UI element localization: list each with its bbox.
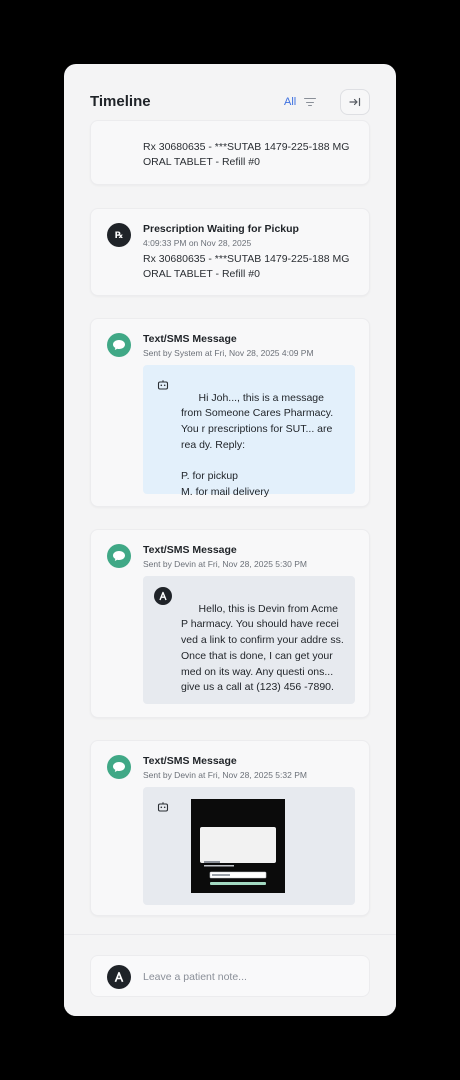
event-body: Rx 30680635 - ***SUTAB 1479-225-188 MG O… xyxy=(143,141,350,168)
bot-icon xyxy=(154,798,172,816)
timeline-event-card: Rx 30680635 - ***SUTAB 1479-225-188 MG O… xyxy=(90,120,370,185)
filter-icon xyxy=(304,97,317,107)
filter-dropdown[interactable]: All xyxy=(284,96,317,108)
message-bubble: Hi Joh..., this is a message from Someon… xyxy=(143,365,355,498)
timeline-event-card: Text/SMS Message Sent by Devin at Fri, N… xyxy=(90,529,370,718)
event-title: Text/SMS Message xyxy=(143,333,237,345)
message-bubble: Hello, this is Devin from Acme P harmacy… xyxy=(143,576,355,704)
page-title: Timeline xyxy=(90,93,151,110)
timeline-event-card: ℞ Prescription Waiting for Pickup 4:09:3… xyxy=(90,208,370,296)
collapse-right-icon xyxy=(349,97,361,107)
agent-avatar-icon xyxy=(154,587,172,605)
bot-icon xyxy=(154,376,172,394)
message-text: Hello, this is Devin from Acme P harmacy… xyxy=(181,602,347,694)
event-title: Text/SMS Message xyxy=(143,755,237,767)
user-avatar xyxy=(107,965,131,989)
event-title: Prescription Waiting for Pickup xyxy=(143,223,299,235)
timeline-panel: Timeline All Rx 30680635 - ***SUTAB 1479… xyxy=(64,64,396,1016)
message-icon xyxy=(107,544,131,568)
patient-note-input[interactable]: Leave a patient note... xyxy=(90,955,370,997)
event-title: Text/SMS Message xyxy=(143,544,237,556)
message-image-attachment[interactable] xyxy=(191,799,285,893)
message-text: Hi Joh..., this is a message from Someon… xyxy=(181,391,334,498)
message-icon xyxy=(107,755,131,779)
prescription-icon: ℞ xyxy=(107,223,131,247)
event-timestamp: Sent by System at Fri, Nov 28, 2025 4:09… xyxy=(143,348,314,358)
event-body: Rx 30680635 - ***SUTAB 1479-225-188 MG O… xyxy=(143,253,350,280)
attachment-preview xyxy=(200,827,276,886)
filter-label: All xyxy=(284,96,297,108)
collapse-panel-button[interactable] xyxy=(340,89,370,115)
event-timestamp: 4:09:33 PM on Nov 28, 2025 xyxy=(143,238,252,248)
note-composer: Leave a patient note... xyxy=(64,934,396,1016)
note-placeholder: Leave a patient note... xyxy=(143,971,247,983)
timeline-event-card: Text/SMS Message Sent by System at Fri, … xyxy=(90,318,370,507)
timeline-event-card: Text/SMS Message Sent by Devin at Fri, N… xyxy=(90,740,370,916)
event-timestamp: Sent by Devin at Fri, Nov 28, 2025 5:32 … xyxy=(143,770,307,780)
event-timestamp: Sent by Devin at Fri, Nov 28, 2025 5:30 … xyxy=(143,559,307,569)
message-bubble xyxy=(143,787,355,905)
message-icon xyxy=(107,333,131,357)
